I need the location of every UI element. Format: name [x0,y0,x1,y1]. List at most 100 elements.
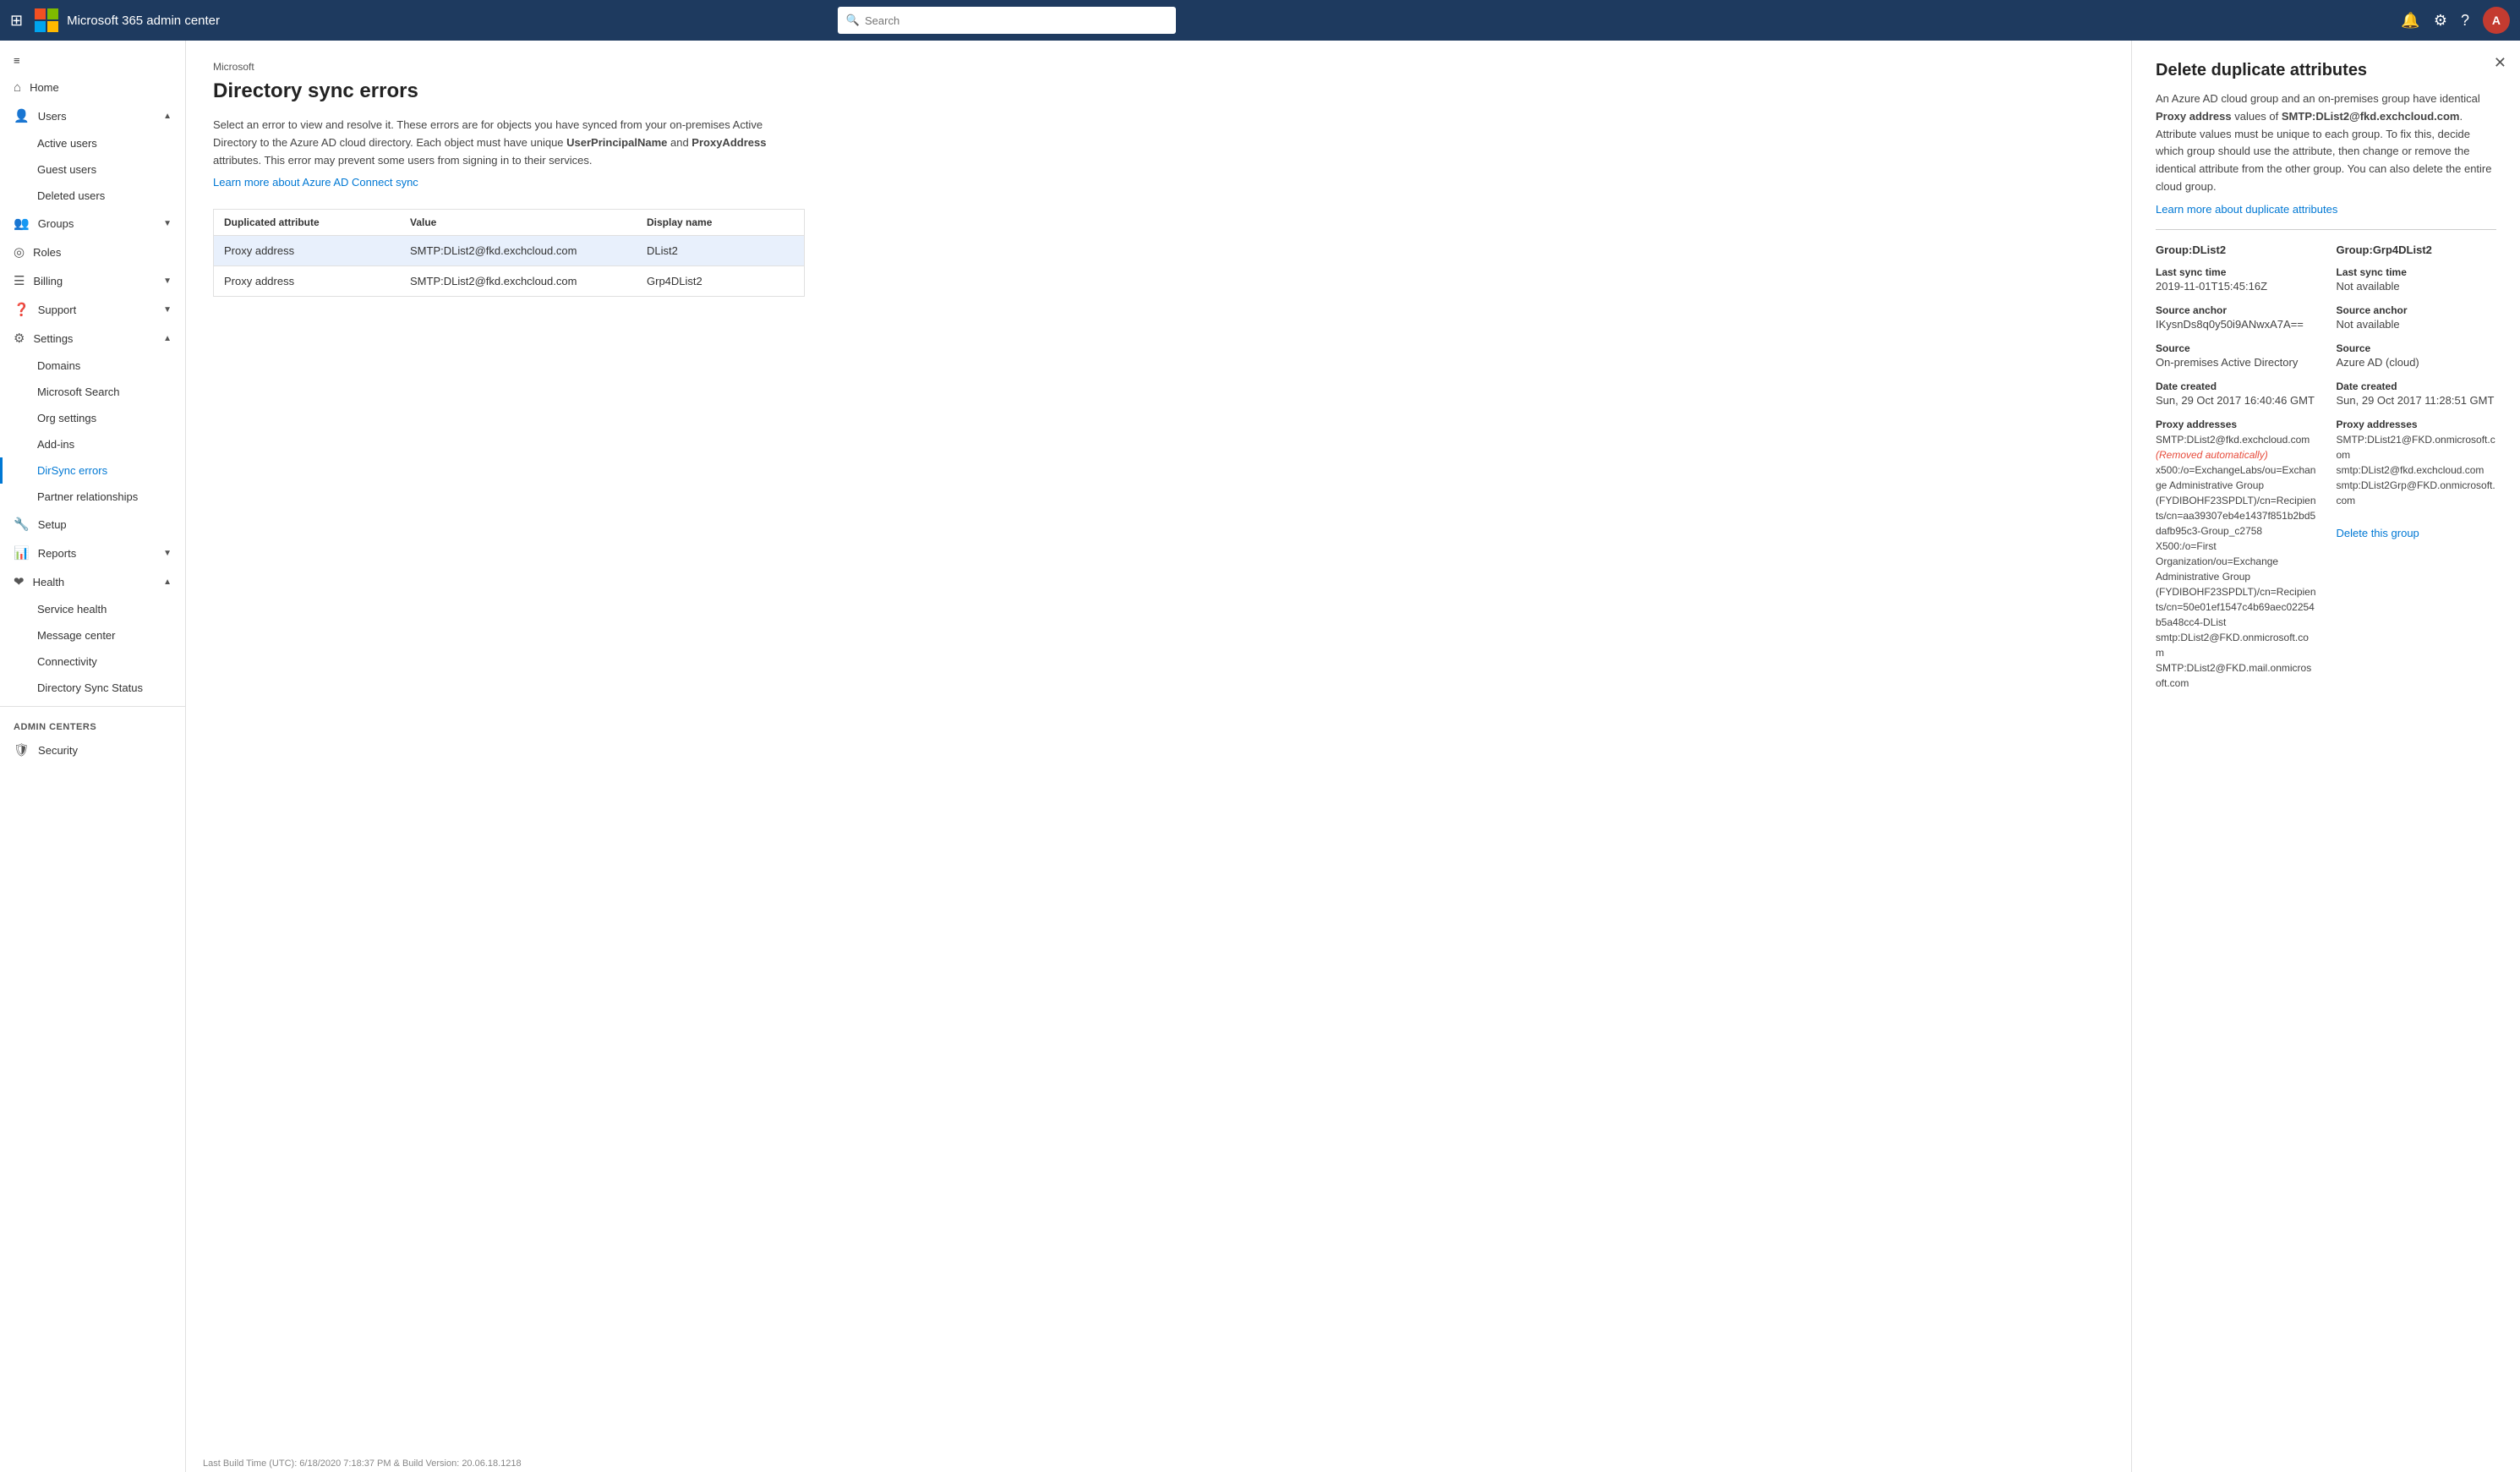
app-logo: Microsoft 365 admin center [33,7,220,34]
sidebar-item-billing[interactable]: ☰ Billing ▼ [0,266,185,295]
field-source-1: Source On-premises Active Directory [2156,342,2316,369]
panel-close-button[interactable]: ✕ [2494,54,2506,72]
sidebar-item-label: Add-ins [37,438,74,451]
page-layout: ≡ ⌂ Home 👤 Users ▲ Active users Guest us… [0,41,2520,1472]
billing-icon: ☰ [14,273,25,288]
sidebar-item-reports[interactable]: 📊 Reports ▼ [0,539,185,567]
field-value: Sun, 29 Oct 2017 11:28:51 GMT [2337,394,2497,407]
sidebar-item-users[interactable]: 👤 Users ▲ [0,101,185,130]
sidebar-item-message-center[interactable]: Message center [0,622,185,648]
panel-learn-link[interactable]: Learn more about duplicate attributes [2156,203,2337,216]
sidebar-hamburger[interactable]: ≡ [0,47,185,74]
field-proxy-addresses-2: Proxy addresses SMTP:DList21@FKD.onmicro… [2337,419,2497,508]
sidebar-item-service-health[interactable]: Service health [0,596,185,622]
panel-group2: Group:Grp4DList2 Last sync time Not avai… [2337,244,2497,703]
proxy-addr-2-1: smtp:DList2@fkd.exchcloud.com [2337,462,2497,478]
hamburger-icon: ≡ [14,54,20,67]
sidebar-item-domains[interactable]: Domains [0,353,185,379]
sidebar-item-label: Directory Sync Status [37,681,143,694]
field-source-anchor-2: Source anchor Not available [2337,304,2497,331]
field-value: Not available [2337,318,2497,331]
groups-icon: 👥 [14,216,30,231]
sidebar-item-directory-sync-status[interactable]: Directory Sync Status [0,675,185,701]
sidebar-item-partner-relationships[interactable]: Partner relationships [0,484,185,510]
field-value: IKysnDs8q0y50i9ANwxA7A== [2156,318,2316,331]
field-label: Last sync time [2337,266,2497,278]
sidebar-item-connectivity[interactable]: Connectivity [0,648,185,675]
sidebar-item-setup[interactable]: 🔧 Setup [0,510,185,539]
sidebar-item-label: Billing [33,275,63,287]
panel-divider [2156,229,2496,230]
field-label: Source anchor [2156,304,2316,316]
settings-icon[interactable]: ⚙ [2434,12,2447,30]
page-description: Select an error to view and resolve it. … [213,117,788,169]
table-row[interactable]: Proxy address SMTP:DList2@fkd.exchcloud.… [214,236,804,266]
breadcrumb: Microsoft [213,61,2104,73]
field-value: On-premises Active Directory [2156,356,2316,369]
sidebar-item-microsoft-search[interactable]: Microsoft Search [0,379,185,405]
sidebar-item-label: Setup [38,518,67,531]
panel-columns: Group:DList2 Last sync time 2019-11-01T1… [2156,244,2496,703]
sidebar-item-label: Health [33,576,65,588]
help-icon[interactable]: ? [2461,12,2469,30]
field-value: Sun, 29 Oct 2017 16:40:46 GMT [2156,394,2316,407]
avatar[interactable]: A [2483,7,2510,34]
sidebar-item-active-users[interactable]: Active users [0,130,185,156]
cell-value: SMTP:DList2@fkd.exchcloud.com [410,244,647,257]
sidebar-item-guest-users[interactable]: Guest users [0,156,185,183]
field-value: Not available [2337,280,2497,293]
notifications-icon[interactable]: 🔔 [2401,12,2419,30]
ui-diagnostic-button[interactable]: UI Diagnostic [1088,10,1167,30]
table-row[interactable]: Proxy address SMTP:DList2@fkd.exchcloud.… [214,266,804,296]
sidebar-item-health[interactable]: ❤ Health ▲ [0,567,185,596]
delete-group-link[interactable]: Delete this group [2337,527,2419,539]
search-bar[interactable]: 🔍 UI Diagnostic [838,7,1176,34]
col-header-attribute: Duplicated attribute [224,216,410,228]
top-navigation: ⊞ Microsoft 365 admin center 🔍 UI Diagno… [0,0,2520,41]
learn-azure-link[interactable]: Learn more about Azure AD Connect sync [213,176,418,189]
sidebar-item-support[interactable]: ❓ Support ▼ [0,295,185,324]
security-icon: 🛡 [14,742,30,758]
chevron-up-icon: ▲ [163,577,172,587]
logo-icon [33,7,60,34]
sidebar-item-add-ins[interactable]: Add-ins [0,431,185,457]
sidebar-item-roles[interactable]: ◎ Roles [0,238,185,266]
sidebar-item-label: DirSync errors [37,464,107,477]
sidebar-item-deleted-users[interactable]: Deleted users [0,183,185,209]
sidebar-item-org-settings[interactable]: Org settings [0,405,185,431]
cell-value: SMTP:DList2@fkd.exchcloud.com [410,275,647,287]
sidebar-item-label: Users [38,110,67,123]
sidebar-item-dirsync-errors[interactable]: DirSync errors [0,457,185,484]
sidebar-item-label: Service health [37,603,107,616]
field-label: Source [2337,342,2497,354]
sidebar-item-label: Message center [37,629,116,642]
sidebar-item-settings[interactable]: ⚙ Settings ▲ [0,324,185,353]
field-value: Azure AD (cloud) [2337,356,2497,369]
cell-attribute: Proxy address [224,275,410,287]
field-label: Date created [2337,380,2497,392]
panel-title: Delete duplicate attributes [2156,61,2496,80]
waffle-icon[interactable]: ⊞ [10,12,23,30]
chevron-down-icon: ▼ [163,549,172,558]
search-input[interactable] [865,14,1083,27]
sidebar-item-label: Domains [37,359,80,372]
group1-name: Group:DList2 [2156,244,2316,256]
cell-attribute: Proxy address [224,244,410,257]
proxy-addr-1-5: SMTP:DList2@FKD.mail.onmicrosoft.com [2156,660,2316,691]
sidebar: ≡ ⌂ Home 👤 Users ▲ Active users Guest us… [0,41,186,1472]
chevron-down-icon: ▼ [163,305,172,315]
sidebar-item-security[interactable]: 🛡 Security [0,736,185,764]
sidebar-item-groups[interactable]: 👥 Groups ▼ [0,209,185,238]
sidebar-item-label: Security [38,744,78,757]
field-date-created-2: Date created Sun, 29 Oct 2017 11:28:51 G… [2337,380,2497,407]
sidebar-divider [0,706,185,707]
chevron-down-icon: ▼ [163,276,172,286]
field-last-sync-1: Last sync time 2019-11-01T15:45:16Z [2156,266,2316,293]
field-label: Proxy addresses [2156,419,2316,430]
desc-text-2: and [667,136,691,149]
panel-group1: Group:DList2 Last sync time 2019-11-01T1… [2156,244,2316,703]
field-label: Last sync time [2156,266,2316,278]
field-value: 2019-11-01T15:45:16Z [2156,280,2316,293]
sidebar-item-label: Reports [38,547,77,560]
sidebar-item-home[interactable]: ⌂ Home [0,74,185,101]
